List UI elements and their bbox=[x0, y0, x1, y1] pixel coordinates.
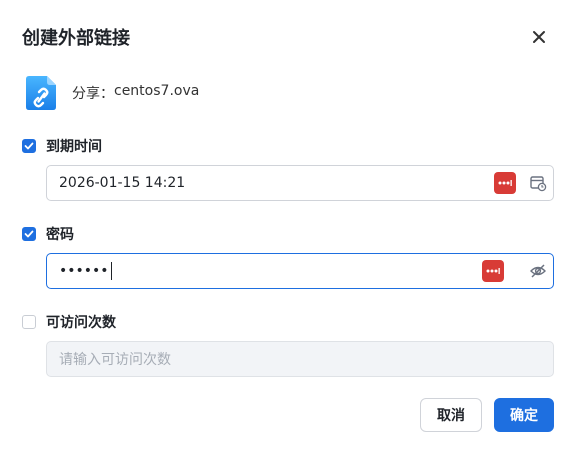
password-label: 密码 bbox=[46, 227, 74, 243]
password-manager-icon[interactable] bbox=[482, 260, 504, 282]
expire-date-input[interactable]: 2026-01-15 14:21 bbox=[46, 165, 554, 201]
password-input[interactable]: •••••• bbox=[46, 253, 554, 289]
password-manager-icon[interactable] bbox=[494, 172, 516, 194]
eye-off-icon[interactable] bbox=[529, 262, 547, 280]
share-prefix: 分享： bbox=[72, 86, 114, 102]
expire-checkbox-row[interactable]: 到期时间 bbox=[22, 136, 102, 156]
dialog-title: 创建外部链接 bbox=[22, 28, 130, 49]
visits-checkbox[interactable] bbox=[22, 315, 36, 329]
password-value: •••••• bbox=[59, 263, 109, 279]
share-file-row: 分享： centos7.ova bbox=[26, 76, 199, 110]
link-file-icon bbox=[26, 76, 56, 110]
text-caret bbox=[110, 262, 112, 280]
create-external-link-dialog: 创建外部链接 分享： centos7.ova 到期时间 2026-01-15 1… bbox=[0, 0, 573, 449]
check-icon bbox=[24, 142, 34, 150]
expire-checkbox[interactable] bbox=[22, 139, 36, 153]
calendar-clock-icon[interactable] bbox=[529, 174, 547, 192]
visits-input[interactable]: 请输入可访问次数 bbox=[46, 341, 554, 377]
visits-label: 可访问次数 bbox=[46, 315, 116, 331]
cancel-button[interactable]: 取消 bbox=[420, 398, 482, 432]
check-icon bbox=[24, 230, 34, 238]
visits-placeholder: 请输入可访问次数 bbox=[59, 352, 171, 368]
close-icon[interactable] bbox=[528, 26, 550, 48]
confirm-button[interactable]: 确定 bbox=[494, 398, 554, 432]
expire-date-value: 2026-01-15 14:21 bbox=[59, 175, 186, 191]
expire-label: 到期时间 bbox=[46, 139, 102, 155]
visits-checkbox-row[interactable]: 可访问次数 bbox=[22, 312, 116, 332]
password-checkbox[interactable] bbox=[22, 227, 36, 241]
share-info: 分享： centos7.ova bbox=[72, 83, 199, 103]
password-checkbox-row[interactable]: 密码 bbox=[22, 224, 74, 244]
share-filename: centos7.ova bbox=[114, 83, 200, 99]
